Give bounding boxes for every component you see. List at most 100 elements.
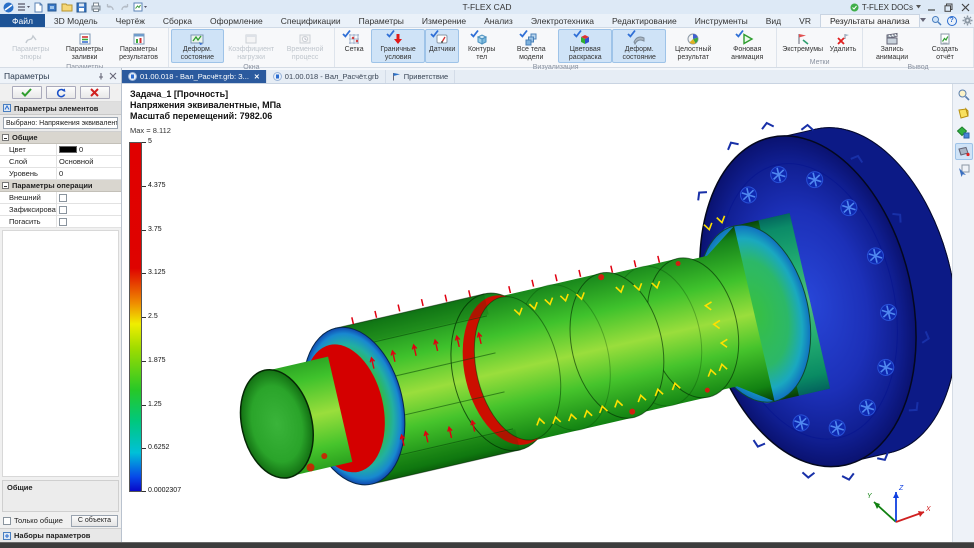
tab-file[interactable]: Файл [0,14,45,27]
param-row-external: Внешний [0,192,121,204]
restore-button[interactable] [944,3,953,12]
color-swatch[interactable] [59,146,77,153]
checkbox-only-common[interactable] [3,517,11,525]
ribbon-button-color-shading[interactable]: Цветовая раскраска [558,29,612,63]
group-operation: Параметры операции [12,181,93,190]
search-window-icon[interactable] [931,15,942,26]
status-bar [0,542,974,548]
ribbon-button-background-animation[interactable]: Фоновая анимация [720,29,774,63]
doc-tab-welcome[interactable]: Приветствие [386,70,455,83]
result-parameters-icon [131,31,147,46]
preview-icon[interactable] [133,2,147,12]
menu-tab-bar: Файл 3D Модель Чертёж Сборка Оформление … [0,14,974,28]
apply-button[interactable] [12,86,42,99]
ribbon-group-output: Запись анимации Создать отчёт Вывод [863,28,974,67]
ribbon-button-record-animation[interactable]: Запись анимации [865,29,919,63]
color-scale-bar [129,142,142,492]
panel-close-icon[interactable] [109,72,117,80]
tab-parameters[interactable]: Параметры [350,14,413,27]
tab-view[interactable]: Вид [757,14,790,27]
body-contours-icon [474,31,490,46]
param-row-level: Уровень 0 [0,168,121,180]
param-sets-bar[interactable]: Наборы параметров [14,531,90,540]
max-value-label: Max = 8.112 [130,126,171,135]
from-object-button[interactable]: С объекта [71,515,118,527]
group-general: Общие [12,133,38,142]
ribbon-button-body-contours[interactable]: Контуры тел [459,29,504,63]
ribbon-button-fill-parameters[interactable]: Параметры заливки [58,29,112,63]
general-info-box: Общие [2,480,119,512]
param-row-suppress: Погасить [0,216,121,228]
deform-state-window-icon [189,31,205,46]
collapse-icon[interactable] [2,134,9,141]
ribbon-button-integral-result[interactable]: Целостный результат [666,29,720,63]
panel-title: Параметры [4,71,49,81]
work-plane-button[interactable] [955,105,973,122]
document-icon [128,72,137,81]
tab-measure[interactable]: Измерение [413,14,475,27]
pin-icon[interactable] [97,72,105,80]
ribbon-button-sensors[interactable]: Датчики [425,29,459,63]
tab-drawing[interactable]: Чертёж [107,14,154,27]
tab-tools[interactable]: Инструменты [686,14,757,27]
print-icon[interactable] [90,2,102,12]
checkbox-fix[interactable] [59,206,67,214]
close-tab-icon[interactable]: ✕ [254,73,260,81]
plot-parameters-icon [23,31,39,46]
doc-tab-active[interactable]: 01.00.018 - Вал_Расчёт.grb: З... ✕ [122,70,267,83]
tab-annotation[interactable]: Оформление [201,14,272,27]
tab-analysis[interactable]: Анализ [475,14,522,27]
minimize-button[interactable] [927,3,936,12]
collapse-icon[interactable] [2,182,9,189]
all-bodies-icon [523,31,539,46]
ribbon-button-delete-labels[interactable]: Удалить [826,29,860,58]
ribbon-button-deform-state-viz[interactable]: Деформ. состояние [612,29,666,63]
zoom-tool-button[interactable] [955,86,973,103]
checkbox-suppress[interactable] [59,218,67,226]
section-view-button[interactable] [955,143,973,160]
new-document-icon[interactable] [33,2,44,13]
ribbon-button-deform-state-window[interactable]: Деформ. состояние [171,29,225,63]
ribbon-button-extremes[interactable]: Экстремумы [779,29,826,58]
gear-icon[interactable] [962,15,973,26]
app-logo-icon[interactable] [3,2,14,13]
refresh-button[interactable] [46,86,76,99]
doc-tab-inactive[interactable]: 01.00.018 - Вал_Расчёт.grb [267,70,386,83]
pointer-mode-button[interactable] [955,162,973,179]
save-icon[interactable] [76,2,87,13]
ribbon-button-load-coefficient: Коэффициент нагрузки [224,29,278,63]
panel-empty-area [2,230,119,477]
document-tab-bar: 01.00.018 - Вал_Расчёт.grb: З... ✕ 01.00… [122,70,974,84]
open-model-icon[interactable] [47,2,58,13]
ribbon-button-mesh[interactable]: Сетка [337,29,371,63]
ribbon-button-result-parameters[interactable]: Параметры результатов [112,29,166,63]
tab-specifications[interactable]: Спецификации [272,14,350,27]
tab-editing[interactable]: Редактирование [603,14,686,27]
ribbon-button-create-report[interactable]: Создать отчёт [919,29,971,63]
tab-analysis-results[interactable]: Результаты анализа [820,14,920,27]
tab-vr[interactable]: VR [790,14,820,27]
ribbon-group-labels: Экстремумы Удалить Метки [777,28,863,67]
result-selector[interactable]: Выбрано: Напряжения эквивалентны [3,117,118,129]
record-animation-icon [884,31,900,46]
checkbox-external[interactable] [59,194,67,202]
ribbon-group-parameters: Параметры эпюры Параметры заливки Параме… [2,28,169,67]
ribbon-button-boundary-conditions[interactable]: Граничные условия [371,29,425,63]
open-folder-icon[interactable] [61,2,73,12]
3d-viewport[interactable]: Задача_1 [Прочность] Напряжения эквивале… [122,84,952,542]
menu-icon[interactable] [17,2,30,12]
color-scale-legend: 5 4.375 3.75 3.125 2.5 1.875 1.25 0.6252… [129,142,189,508]
tab-3d-model[interactable]: 3D Модель [45,14,107,27]
deform-state-viz-icon [631,31,647,46]
close-button[interactable] [961,3,970,12]
tab-electrical[interactable]: Электротехника [522,14,603,27]
tflex-docs-button[interactable]: T-FLEX DOCs [850,3,921,12]
only-common-label: Только общие [14,516,63,525]
ribbon-button-all-bodies[interactable]: Все тела модели [504,29,558,63]
ribbon-collapse-icon[interactable] [920,18,926,23]
tab-assembly[interactable]: Сборка [154,14,201,27]
shading-mode-button[interactable] [955,124,973,141]
help-icon[interactable]: ? [947,16,957,26]
ribbon-group-visualization: Сетка Граничные условия Датчики Контуры … [335,28,777,67]
cancel-button[interactable] [80,86,110,99]
